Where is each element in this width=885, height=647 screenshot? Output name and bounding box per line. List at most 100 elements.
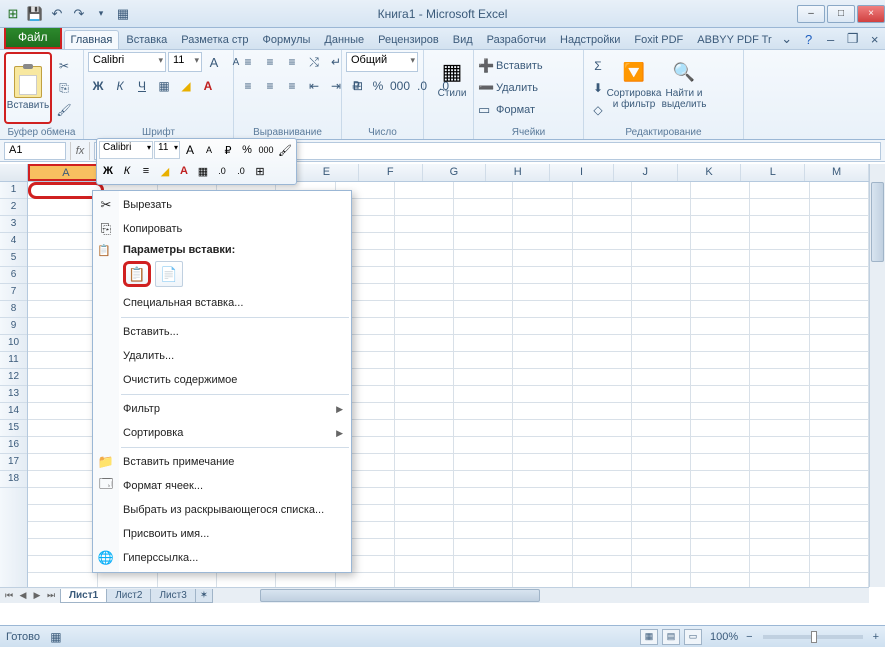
- row-header-1[interactable]: 1: [0, 182, 27, 199]
- row-header-11[interactable]: 11: [0, 352, 27, 369]
- minimize-button[interactable]: –: [797, 5, 825, 23]
- help-icon[interactable]: ?: [801, 31, 817, 47]
- mt-inc-dec-icon[interactable]: .0: [213, 162, 231, 180]
- ctx-define-name[interactable]: Присвоить имя...: [93, 522, 351, 546]
- sheet-first-icon[interactable]: ⏮: [2, 590, 16, 601]
- tab-page-layout[interactable]: Разметка стр: [174, 30, 255, 49]
- ctx-copy[interactable]: ⎘Копировать: [93, 217, 351, 241]
- print-preview-icon[interactable]: ▦: [114, 5, 132, 23]
- comma-icon[interactable]: 000: [390, 76, 410, 96]
- sheet-next-icon[interactable]: ▶: [30, 590, 44, 601]
- row-header-17[interactable]: 17: [0, 454, 27, 471]
- row-header-3[interactable]: 3: [0, 216, 27, 233]
- autosum-icon[interactable]: Σ: [588, 56, 608, 76]
- font-size-combo[interactable]: 11: [168, 52, 202, 72]
- decrease-indent-icon[interactable]: ⇤: [304, 76, 324, 96]
- workbook-close-icon[interactable]: ×: [867, 31, 883, 47]
- align-bottom-icon[interactable]: ≡: [282, 52, 302, 72]
- zoom-slider[interactable]: [763, 635, 863, 639]
- col-header-m[interactable]: M: [805, 164, 869, 181]
- mt-grow-icon[interactable]: A: [181, 141, 199, 159]
- zoom-out-button[interactable]: −: [746, 631, 752, 643]
- file-tab[interactable]: Файл: [4, 25, 62, 49]
- mt-align-icon[interactable]: ≡: [137, 162, 155, 180]
- qat-more-icon[interactable]: ▾: [92, 5, 110, 23]
- format-painter-icon[interactable]: 🖌: [54, 100, 74, 120]
- mt-shrink-icon[interactable]: A: [200, 141, 218, 159]
- bold-button[interactable]: Ж: [88, 76, 108, 96]
- undo-icon[interactable]: ↶: [48, 5, 66, 23]
- mt-format-painter-icon[interactable]: 🖌: [276, 141, 294, 159]
- normal-view-button[interactable]: ▦: [640, 629, 658, 645]
- col-header-g[interactable]: G: [423, 164, 487, 181]
- zoom-handle[interactable]: [811, 631, 817, 643]
- row-header-8[interactable]: 8: [0, 301, 27, 318]
- align-top-icon[interactable]: ≡: [238, 52, 258, 72]
- cut-icon[interactable]: ✂: [54, 56, 74, 76]
- row-header-18[interactable]: 18: [0, 471, 27, 488]
- workbook-minimize-icon[interactable]: –: [823, 31, 839, 47]
- col-header-h[interactable]: H: [486, 164, 550, 181]
- col-header-a[interactable]: A: [28, 164, 104, 181]
- mt-font-color-icon[interactable]: A: [175, 162, 193, 180]
- sheet-prev-icon[interactable]: ◀: [16, 590, 30, 601]
- mt-bold-icon[interactable]: Ж: [99, 162, 117, 180]
- fill-icon[interactable]: ⬇: [588, 78, 608, 98]
- mt-currency-icon[interactable]: ₽: [219, 141, 237, 159]
- clear-icon[interactable]: ◇: [588, 100, 608, 120]
- ctx-paste-special[interactable]: Специальная вставка...: [93, 291, 351, 315]
- horizontal-scrollbar[interactable]: [240, 587, 869, 603]
- col-header-j[interactable]: J: [614, 164, 678, 181]
- row-header-16[interactable]: 16: [0, 437, 27, 454]
- ctx-cut[interactable]: ✂Вырезать: [93, 193, 351, 217]
- ctx-pick-from-list[interactable]: Выбрать из раскрывающегося списка...: [93, 498, 351, 522]
- row-header-15[interactable]: 15: [0, 420, 27, 437]
- new-sheet-button[interactable]: ✶: [195, 589, 213, 603]
- mt-dec-dec-icon[interactable]: .0: [232, 162, 250, 180]
- sheet-tab-2[interactable]: Лист2: [106, 589, 151, 603]
- mt-percent-icon[interactable]: %: [238, 141, 256, 159]
- name-box[interactable]: A1: [4, 142, 66, 160]
- paste-option-all[interactable]: 📋: [123, 261, 151, 287]
- zoom-in-button[interactable]: +: [873, 631, 879, 643]
- zoom-level[interactable]: 100%: [710, 631, 738, 643]
- col-header-l[interactable]: L: [741, 164, 805, 181]
- align-left-icon[interactable]: ≡: [238, 76, 258, 96]
- maximize-button[interactable]: □: [827, 5, 855, 23]
- select-all-corner[interactable]: [0, 164, 28, 182]
- row-header-10[interactable]: 10: [0, 335, 27, 352]
- save-icon[interactable]: 💾: [26, 5, 44, 23]
- col-header-f[interactable]: F: [359, 164, 423, 181]
- ctx-insert-comment[interactable]: 📁Вставить примечание: [93, 450, 351, 474]
- mt-merge-icon[interactable]: ⊞: [251, 162, 269, 180]
- align-right-icon[interactable]: ≡: [282, 76, 302, 96]
- align-center-icon[interactable]: ≡: [260, 76, 280, 96]
- row-header-5[interactable]: 5: [0, 250, 27, 267]
- sheet-tab-1[interactable]: Лист1: [60, 589, 107, 603]
- tab-abbyy[interactable]: ABBYY PDF Tr: [690, 30, 778, 49]
- mt-border-icon[interactable]: ▦: [194, 162, 212, 180]
- ctx-sort[interactable]: Сортировка▶: [93, 421, 351, 445]
- tab-insert[interactable]: Вставка: [119, 30, 174, 49]
- mt-italic-icon[interactable]: К: [118, 162, 136, 180]
- col-header-i[interactable]: I: [550, 164, 614, 181]
- paste-button[interactable]: Вставить: [4, 52, 52, 124]
- font-name-combo[interactable]: Calibri: [88, 52, 166, 72]
- sheet-tab-3[interactable]: Лист3: [150, 589, 195, 603]
- insert-cells-button[interactable]: ➕Вставить: [478, 56, 543, 76]
- tab-foxit[interactable]: Foxit PDF: [627, 30, 690, 49]
- row-header-14[interactable]: 14: [0, 403, 27, 420]
- workbook-restore-icon[interactable]: ❐: [845, 31, 861, 47]
- vertical-scrollbar[interactable]: [869, 164, 885, 587]
- row-header-9[interactable]: 9: [0, 318, 27, 335]
- tab-developer[interactable]: Разработчи: [480, 30, 553, 49]
- ribbon-minimize-icon[interactable]: ⌄: [779, 31, 795, 47]
- row-header-4[interactable]: 4: [0, 233, 27, 250]
- sort-filter-button[interactable]: 🔽 Сортировка и фильтр: [610, 52, 658, 114]
- delete-cells-button[interactable]: ➖Удалить: [478, 78, 538, 98]
- close-button[interactable]: ×: [857, 5, 885, 23]
- mt-fill-color-icon[interactable]: ◢: [156, 162, 174, 180]
- macro-record-icon[interactable]: ▦: [46, 627, 66, 647]
- ctx-delete[interactable]: Удалить...: [93, 344, 351, 368]
- ctx-insert[interactable]: Вставить...: [93, 320, 351, 344]
